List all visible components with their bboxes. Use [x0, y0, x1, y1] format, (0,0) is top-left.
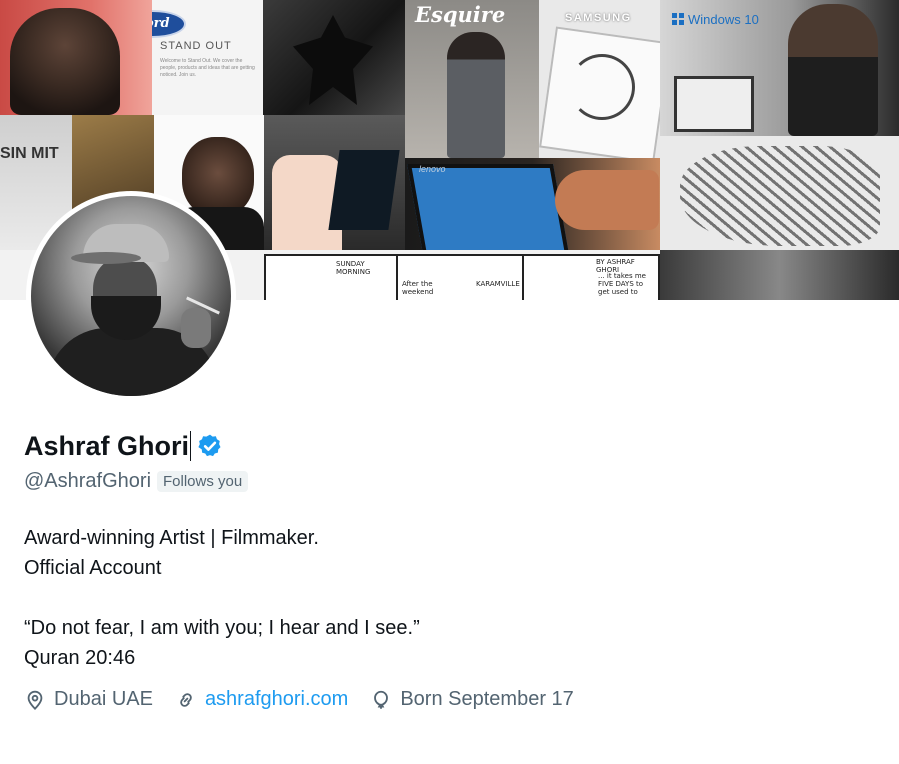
location-pin-icon [27, 690, 43, 710]
ford-heading: STAND OUT [160, 40, 232, 52]
comic-panel-text: After the weekend ... [402, 280, 434, 300]
profile-handle-row: @AshrafGhori Follows you [24, 470, 249, 493]
profile-name: Ashraf Ghori [24, 430, 190, 461]
website-link[interactable]: ashrafghori.com [205, 688, 348, 711]
profile-bio: Award-winning Artist | Filmmaker. Offici… [24, 527, 420, 669]
verified-badge-icon[interactable] [197, 433, 223, 459]
samsung-logo: SAMSUNG [565, 12, 632, 24]
banner-batman-art [263, 0, 405, 115]
windows-logo: Windows 10 [672, 12, 759, 27]
comic-panel-text: KARAMVILLE [476, 280, 520, 288]
banner-ford-ad: Ford STAND OUT Welcome to Stand Out. We … [152, 0, 263, 115]
ford-body: Welcome to Stand Out. We cover the peopl… [160, 58, 255, 78]
profile-name-row: Ashraf Ghori [24, 428, 223, 464]
esquire-logo: Esquire [415, 2, 506, 27]
location-text: Dubai UAE [54, 688, 153, 710]
comic-panel-text: SUNDAY MORNING [336, 260, 371, 276]
sign-text: SIN MIT [0, 145, 59, 162]
banner-esquire-photo: Esquire [405, 0, 539, 158]
follows-you-badge: Follows you [157, 471, 249, 492]
profile-birthday: Born September 17 [370, 688, 574, 711]
profile-website: ashrafghori.com [175, 688, 348, 711]
windows-icon [672, 13, 684, 25]
banner-samsung-tablet: SAMSUNG [539, 0, 660, 158]
text-caret [190, 431, 192, 461]
banner-creature-art [660, 250, 899, 300]
profile-location: Dubai UAE [24, 688, 153, 711]
banner-photo-portrait-red [0, 0, 152, 115]
banner-lenovo-tablet: lenovo [405, 158, 660, 250]
profile-meta: Dubai UAE ashrafghori.com Born September… [24, 688, 596, 711]
banner-windows-photo: Windows 10 [660, 0, 899, 136]
avatar-photo [31, 196, 231, 396]
birthday-text: Born September 17 [400, 688, 574, 710]
link-icon [180, 692, 192, 707]
comic-panel-text: ... it takes me FIVE DAYS to get used to [598, 272, 646, 296]
ford-logo: Ford [152, 10, 186, 38]
balloon-icon [374, 690, 389, 709]
avatar[interactable] [26, 191, 236, 401]
banner-drawing-photo [264, 115, 405, 250]
profile-handle: @AshrafGhori [24, 470, 152, 492]
lenovo-logo: lenovo [419, 164, 446, 174]
banner-ink-illustration [660, 136, 899, 250]
